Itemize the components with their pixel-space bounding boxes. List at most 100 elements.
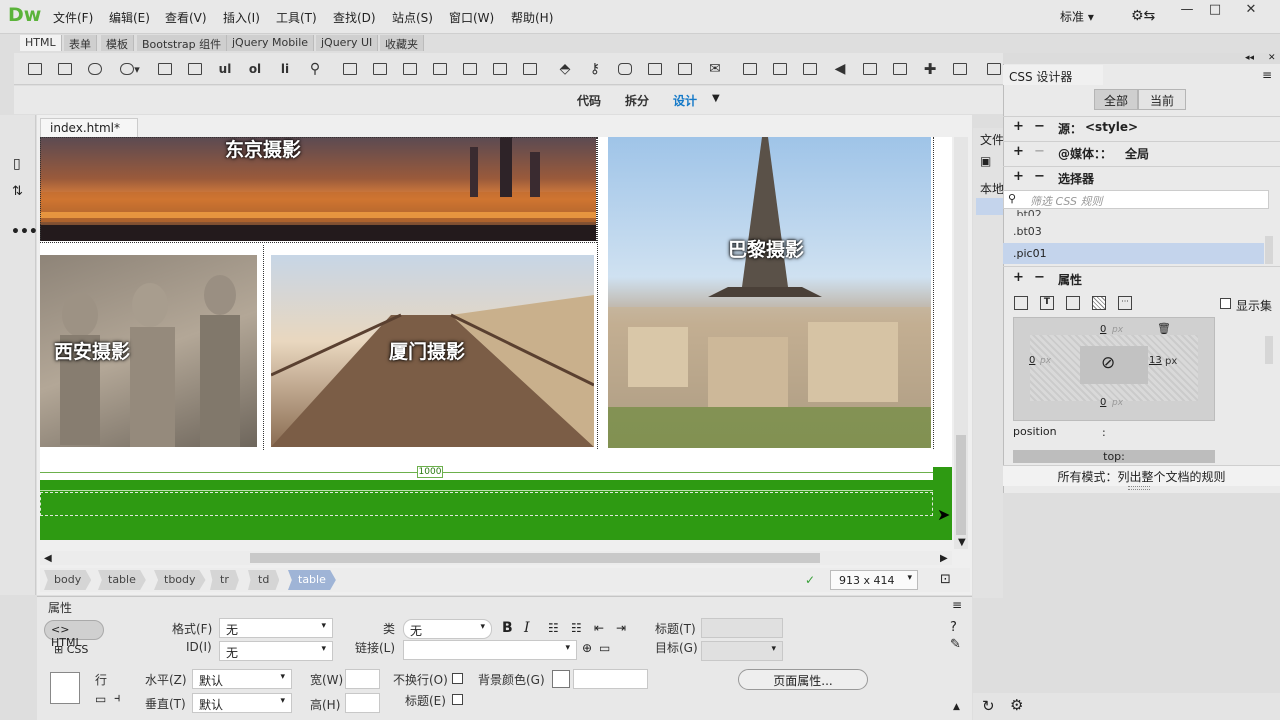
ol-icon[interactable]: ol — [246, 60, 264, 78]
bg-color-input[interactable] — [573, 669, 648, 689]
ordered-list-icon[interactable]: ☷ — [571, 621, 582, 635]
files-view-icon[interactable]: ▣ — [980, 154, 991, 168]
email-icon[interactable]: ✉ — [706, 60, 724, 78]
tag-table-selected[interactable]: table — [288, 570, 336, 590]
footer-icon[interactable] — [521, 60, 539, 78]
main-icon[interactable] — [401, 60, 419, 78]
browse-folder-icon[interactable]: ▭ — [599, 641, 610, 655]
vert-select[interactable]: 默认 ▾ — [192, 693, 292, 713]
tag-icon[interactable]: ⬘ — [556, 60, 574, 78]
audio-icon[interactable]: ◀ — [831, 60, 849, 78]
border-category-icon[interactable] — [1066, 296, 1080, 310]
design-view-button[interactable]: 设计 — [673, 92, 697, 109]
horizontal-scroll-thumb[interactable] — [250, 553, 820, 563]
properties-scrollbar[interactable] — [1265, 336, 1273, 364]
source-value[interactable]: <style> — [1085, 120, 1138, 134]
panel-menu-icon[interactable]: ≡ — [952, 598, 962, 612]
delete-icon[interactable]: 🗑 — [1157, 322, 1171, 335]
format-select[interactable]: 无 ▾ — [219, 618, 333, 638]
bold-button[interactable]: B — [502, 620, 513, 636]
margin-left-value[interactable]: 0 — [1029, 355, 1035, 366]
resize-grip[interactable] — [1128, 486, 1150, 490]
close-panel-icon[interactable]: ✕ — [1268, 53, 1276, 63]
view-dropdown-icon[interactable]: ▼ — [712, 93, 720, 104]
split-cell-icon[interactable]: ⫞ — [114, 691, 121, 706]
nav-icon[interactable] — [371, 60, 389, 78]
video-icon[interactable] — [741, 60, 759, 78]
link-input[interactable]: ▾ — [403, 640, 577, 660]
article-icon[interactable] — [461, 60, 479, 78]
css-panel-menu-icon[interactable]: ≡ — [1262, 68, 1272, 82]
comment-icon[interactable] — [616, 60, 634, 78]
target-select[interactable]: ▾ — [701, 641, 783, 661]
show-set-checkbox[interactable] — [1220, 298, 1231, 309]
tag-body[interactable]: body — [44, 570, 92, 590]
all-tab[interactable]: 全部 — [1094, 89, 1138, 110]
menu-tools[interactable]: 工具(T) — [276, 9, 317, 26]
insert-tab-favorites[interactable]: 收藏夹 — [380, 35, 424, 51]
selector-item-bt03[interactable]: .bt03 — [1013, 225, 1042, 238]
bg-color-swatch[interactable] — [552, 670, 570, 688]
selected-table[interactable] — [40, 480, 952, 540]
xiamen-photo[interactable]: 厦门摄影 — [271, 255, 594, 447]
insert-tab-forms[interactable]: 表单 — [64, 35, 97, 51]
menu-find[interactable]: 查找(D) — [333, 9, 376, 26]
widget-icon[interactable]: ✚ — [921, 60, 939, 78]
selector-scrollbar[interactable] — [1265, 236, 1273, 264]
media-icon[interactable] — [646, 60, 664, 78]
menu-insert[interactable]: 插入(I) — [223, 9, 260, 26]
text-category-icon[interactable]: T — [1040, 296, 1054, 310]
site-settings-icon[interactable]: ⚙ — [1010, 696, 1023, 714]
scroll-right-icon[interactable]: ▶ — [940, 553, 948, 564]
edit-icon[interactable]: ✎ — [950, 637, 961, 652]
unordered-list-icon[interactable]: ☷ — [548, 621, 559, 635]
margin-top-value[interactable]: 0 — [1100, 324, 1106, 335]
files-tab[interactable]: 文件 — [980, 131, 1004, 148]
margin-bottom-value[interactable]: 0 — [1100, 397, 1106, 408]
refresh-icon[interactable]: ↻ — [982, 697, 995, 715]
paragraph-icon[interactable] — [86, 60, 104, 78]
heading-icon[interactable]: ▾ — [116, 60, 144, 78]
key-icon[interactable]: ⚷ — [586, 60, 604, 78]
selector-filter-input[interactable]: ⚲ 筛选 CSS 规则 — [1003, 190, 1269, 209]
split-view-button[interactable]: 拆分 — [625, 92, 649, 109]
help-icon[interactable]: ? — [950, 620, 957, 635]
close-icon[interactable]: ✕ — [1236, 2, 1266, 20]
insert-tab-jquery-mobile[interactable]: jQuery Mobile — [227, 35, 315, 51]
flash-icon[interactable] — [676, 60, 694, 78]
remove-media-icon[interactable]: − — [1034, 144, 1045, 159]
li-icon[interactable]: li — [276, 60, 294, 78]
background-category-icon[interactable] — [1092, 296, 1106, 310]
menu-file[interactable]: 文件(F) — [53, 9, 93, 26]
insert-tab-bootstrap[interactable]: Bootstrap 组件 — [137, 35, 228, 51]
menu-edit[interactable]: 编辑(E) — [109, 9, 150, 26]
aside-icon[interactable] — [431, 60, 449, 78]
menu-help[interactable]: 帮助(H) — [511, 9, 553, 26]
add-selector-icon[interactable]: + — [1013, 169, 1024, 184]
tag-td[interactable]: td — [248, 570, 280, 590]
document-tab[interactable]: index.html* ✕ — [40, 118, 138, 149]
image-edit-icon[interactable] — [951, 60, 969, 78]
remove-selector-icon[interactable]: − — [1034, 169, 1045, 184]
title-input[interactable] — [701, 618, 783, 638]
merge-cells-icon[interactable]: ▭ — [95, 692, 106, 706]
point-to-file-icon[interactable]: ⊕ — [582, 641, 592, 655]
header-checkbox[interactable] — [452, 694, 463, 705]
scroll-left-icon[interactable]: ◀ — [44, 553, 52, 564]
ul-icon[interactable]: ul — [216, 60, 234, 78]
canvas-icon[interactable] — [771, 60, 789, 78]
menu-window[interactable]: 窗口(W) — [449, 9, 494, 26]
css-designer-tab[interactable]: CSS 设计器 — [1003, 65, 1103, 85]
tag-table[interactable]: table — [98, 570, 146, 590]
open-document-icon[interactable]: ▯ — [13, 156, 21, 172]
add-property-icon[interactable]: + — [1013, 270, 1024, 285]
menu-view[interactable]: 查看(V) — [165, 9, 207, 26]
id-select[interactable]: 无 ▾ — [219, 641, 333, 661]
page-properties-button[interactable]: 页面属性... — [738, 669, 868, 690]
hyperlink-icon[interactable]: ⚲ — [306, 60, 324, 78]
selector-item-pic01[interactable]: .pic01 — [1013, 247, 1047, 260]
menu-site[interactable]: 站点(S) — [392, 9, 433, 26]
italic-button[interactable]: I — [524, 620, 530, 636]
scroll-down-icon[interactable]: ▼ — [958, 537, 966, 548]
vertical-scroll-thumb[interactable] — [956, 435, 966, 535]
